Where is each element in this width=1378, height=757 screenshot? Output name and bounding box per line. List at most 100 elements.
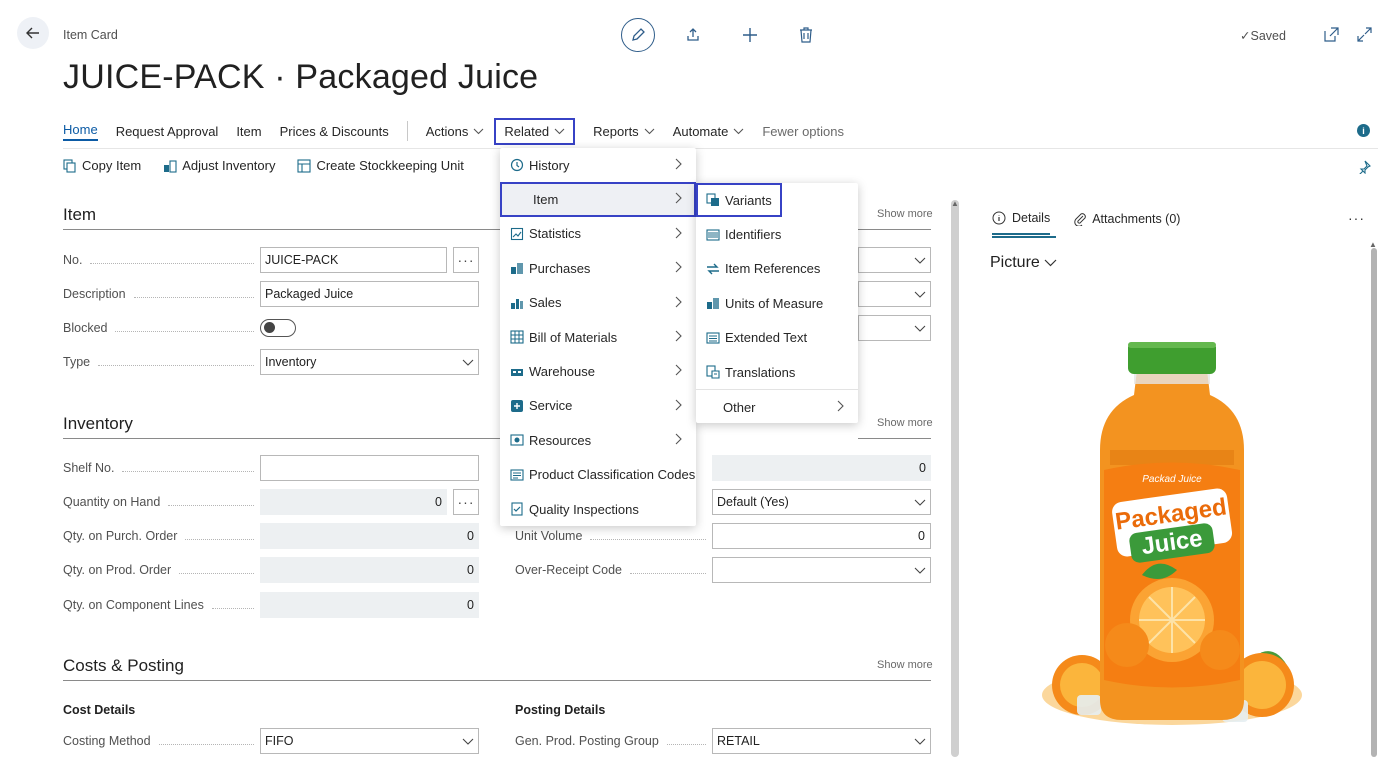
chevron-down-icon: [914, 567, 926, 574]
open-in-new-icon: [1324, 27, 1339, 42]
related-menu[interactable]: Related: [494, 117, 576, 145]
fewer-options-button[interactable]: Fewer options: [762, 124, 844, 139]
new-button[interactable]: [733, 18, 767, 52]
over-receipt-code-select[interactable]: [712, 557, 931, 583]
description-input[interactable]: Packaged Juice: [260, 281, 479, 307]
chevron-down-icon: [914, 257, 926, 264]
chevron-right-icon: [675, 364, 682, 379]
related-menu-item-warehouse[interactable]: Warehouse: [500, 354, 696, 388]
automate-menu[interactable]: Automate: [673, 124, 745, 139]
related-menu-item-quality-inspections[interactable]: Quality Inspections: [500, 492, 696, 526]
quantity-on-hand-value[interactable]: 0: [260, 489, 447, 515]
plus-icon: [743, 28, 757, 42]
adjust-inventory-button[interactable]: Adjust Inventory: [163, 158, 275, 173]
show-more-item[interactable]: Show more: [877, 208, 933, 220]
edit-button[interactable]: [621, 18, 655, 52]
item-submenu-identifiers[interactable]: Identifiers: [696, 217, 858, 251]
type-select[interactable]: Inventory: [260, 349, 479, 375]
divider: [63, 229, 503, 230]
related-menu-item-purchases[interactable]: Purchases: [500, 251, 696, 285]
related-menu-item-resources[interactable]: Resources: [500, 423, 696, 457]
quantity-on-hand-lookup-button[interactable]: ···: [453, 489, 479, 515]
related-menu-item-history[interactable]: History: [500, 148, 696, 182]
tab-details[interactable]: Details: [992, 211, 1051, 235]
item-submenu-units-of-measure[interactable]: Units of Measure: [696, 286, 858, 320]
share-icon: [687, 28, 699, 41]
resources-icon: [510, 433, 524, 447]
juice-bottle-image: Packad Juice Packaged Juice: [1042, 342, 1302, 725]
pin-button[interactable]: [1357, 160, 1371, 177]
item-dropdown-3[interactable]: [858, 315, 931, 341]
factbox-scrollbar[interactable]: [1371, 248, 1377, 757]
picture-heading[interactable]: Picture: [990, 254, 1057, 272]
qty-on-purch-order-value[interactable]: 0: [260, 523, 479, 549]
related-menu-item-bill-of-materials[interactable]: Bill of Materials: [500, 320, 696, 354]
home-actions: Copy Item Adjust Inventory Create Stockk…: [63, 158, 464, 173]
item-submenu-extended-text[interactable]: Extended Text: [696, 321, 858, 355]
copy-item-button[interactable]: Copy Item: [63, 158, 141, 173]
tab-attachments[interactable]: Attachments (0): [1074, 211, 1180, 235]
prices-discounts-menu[interactable]: Prices & Discounts: [280, 124, 389, 139]
item-submenu-other[interactable]: Other: [696, 389, 858, 423]
chevron-down-icon: [914, 325, 926, 332]
item-menu[interactable]: Item: [236, 124, 261, 139]
related-menu-item-product-classification-codes[interactable]: Product Classification Codes: [500, 458, 696, 492]
type-label: Type: [63, 355, 260, 369]
qty-on-prod-order-value[interactable]: 0: [260, 557, 479, 583]
text-icon: [706, 331, 720, 345]
default-select[interactable]: Default (Yes): [712, 489, 931, 515]
divider: [63, 148, 1378, 149]
open-new-window-button[interactable]: [1324, 27, 1339, 45]
shelf-no-input[interactable]: [260, 455, 479, 481]
chevron-right-icon: [675, 296, 682, 311]
item-dropdown-2[interactable]: [858, 281, 931, 307]
related-menu-item-item[interactable]: Item: [500, 182, 696, 217]
reports-menu[interactable]: Reports: [593, 124, 655, 139]
unit-volume-input[interactable]: 0: [712, 523, 931, 549]
expand-icon: [1357, 27, 1372, 42]
item-submenu-translations[interactable]: Translations: [696, 355, 858, 389]
item-submenu-item-references[interactable]: Item References: [696, 252, 858, 286]
actions-menu[interactable]: Actions: [426, 124, 485, 139]
variants-icon: [706, 193, 720, 207]
create-stockkeeping-unit-button[interactable]: Create Stockkeeping Unit: [297, 158, 464, 173]
request-approval-menu[interactable]: Request Approval: [116, 124, 219, 139]
qty-on-component-lines-value[interactable]: 0: [260, 592, 479, 618]
chevron-down-icon: [644, 128, 655, 134]
trash-icon: [800, 27, 812, 43]
service-icon: [510, 399, 524, 413]
identifiers-icon: [706, 228, 720, 242]
chevron-down-icon: [914, 738, 926, 745]
inspection-icon: [510, 502, 524, 516]
inventory-right-readonly[interactable]: 0: [712, 455, 931, 481]
no-lookup-button[interactable]: ···: [453, 247, 479, 273]
item-submenu-variants[interactable]: Variants: [696, 183, 782, 218]
show-more-inventory[interactable]: Show more: [877, 417, 933, 429]
no-input[interactable]: JUICE-PACK: [260, 247, 447, 273]
shelf-no-label: Shelf No.: [63, 461, 260, 475]
info-icon[interactable]: i: [1357, 124, 1370, 137]
expand-button[interactable]: [1357, 27, 1372, 45]
tab-home[interactable]: Home: [63, 122, 98, 141]
item-picture: Packad Juice Packaged Juice: [1022, 300, 1322, 740]
gen-prod-posting-group-select[interactable]: RETAIL: [712, 728, 931, 754]
item-dropdown-1[interactable]: [858, 247, 931, 273]
factbox-scroll-up-icon[interactable]: ▲: [1369, 240, 1377, 249]
back-button[interactable]: [17, 17, 49, 49]
blank-icon: [510, 193, 528, 207]
share-button[interactable]: [676, 18, 710, 52]
details-tab-underline: [992, 236, 1056, 238]
page-scrollbar[interactable]: [951, 200, 959, 757]
scroll-up-icon[interactable]: ▲: [951, 200, 959, 208]
factbox-more-button[interactable]: ···: [1348, 210, 1365, 226]
show-more-costs[interactable]: Show more: [877, 659, 933, 671]
bom-icon: [510, 330, 524, 344]
related-menu-item-service[interactable]: Service: [500, 389, 696, 423]
blocked-toggle[interactable]: [260, 319, 296, 337]
costing-method-select[interactable]: FIFO: [260, 728, 479, 754]
delete-button[interactable]: [789, 18, 823, 52]
related-menu-item-statistics[interactable]: Statistics: [500, 217, 696, 251]
related-menu-item-sales[interactable]: Sales: [500, 286, 696, 320]
warehouse-icon: [510, 365, 524, 379]
blocked-label: Blocked: [63, 321, 260, 335]
